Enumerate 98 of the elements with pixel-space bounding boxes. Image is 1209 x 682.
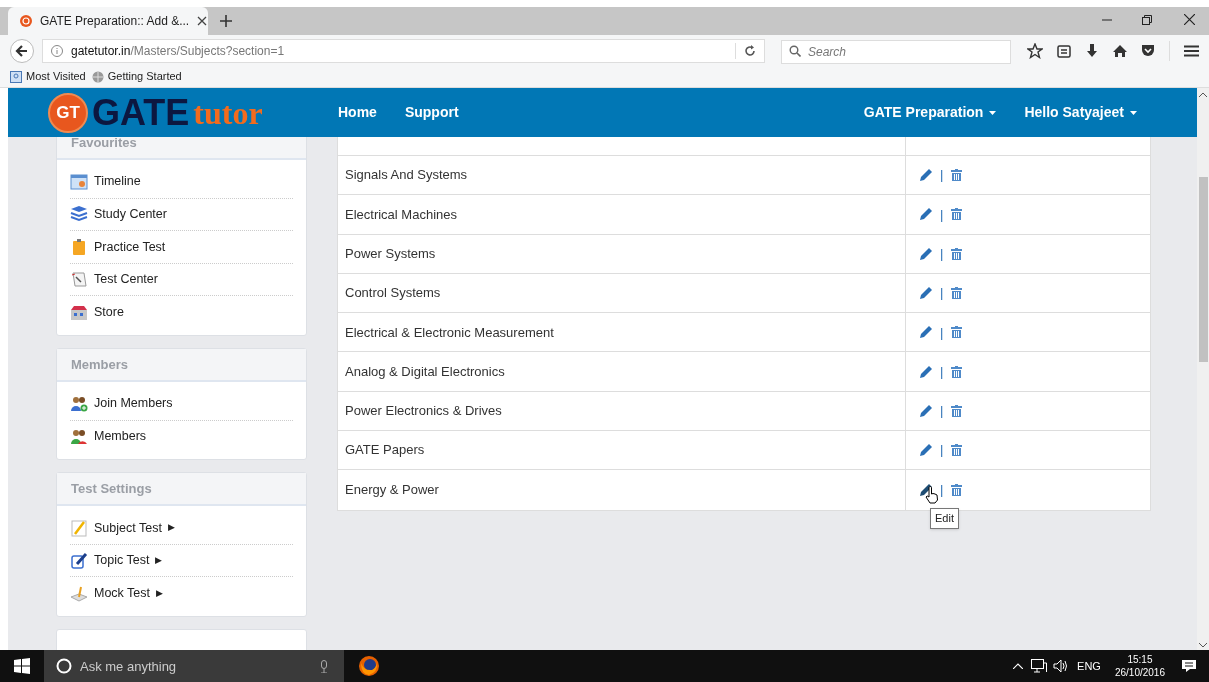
separator: |	[940, 481, 944, 500]
search-icon	[789, 44, 801, 57]
menu-icon[interactable]	[1184, 44, 1199, 57]
trash-icon[interactable]	[951, 208, 963, 221]
sidebar-link[interactable]: Timeline	[70, 166, 293, 199]
download-icon[interactable]	[1085, 43, 1099, 58]
trash-icon[interactable]	[951, 365, 963, 378]
circle-icon	[56, 658, 72, 674]
nav-dropdown[interactable]: Hello Satyajeet	[1024, 102, 1137, 123]
home-icon[interactable]	[1113, 43, 1127, 58]
pencil-paper-icon	[70, 518, 88, 537]
nav-dropdown[interactable]: GATE Preparation	[863, 102, 997, 123]
separator: |	[940, 441, 944, 460]
caret-icon	[989, 110, 997, 115]
address-bar[interactable]: gatetutor.in/Masters/Subjects?section=1	[42, 38, 765, 63]
separator: |	[940, 323, 944, 342]
sidebar-link[interactable]: Test Center	[70, 263, 293, 297]
table-cell: Power Systems	[338, 234, 906, 273]
microphone-icon	[320, 660, 328, 673]
close-window-icon[interactable]	[1184, 14, 1195, 25]
close-icon[interactable]	[197, 16, 208, 26]
sidebar-link[interactable]: Study Center	[70, 198, 293, 232]
globe-icon	[91, 70, 104, 83]
notifications-icon[interactable]	[1181, 659, 1197, 673]
sidebar-link[interactable]: Members	[70, 420, 293, 454]
trash-icon[interactable]	[951, 484, 963, 496]
clock[interactable]: 15:15 26/10/2016	[1114, 653, 1165, 679]
trash-icon[interactable]	[951, 404, 963, 417]
back-icon[interactable]	[10, 38, 34, 63]
trash-icon[interactable]	[951, 247, 963, 260]
taskbar-search-field[interactable]: Ask me anything	[44, 650, 344, 682]
tooltip: Edit	[930, 508, 959, 529]
search-field[interactable]: Search	[781, 39, 1011, 64]
info-icon	[51, 44, 63, 57]
star-icon[interactable]	[1027, 42, 1043, 59]
clipboard-icon	[70, 238, 88, 256]
network-icon[interactable]	[1031, 659, 1048, 673]
separator: |	[940, 166, 944, 185]
shop-icon	[70, 303, 88, 322]
trash-icon[interactable]	[951, 169, 963, 182]
nav-link[interactable]: Support	[404, 102, 459, 123]
nav-link[interactable]: Home	[338, 102, 377, 123]
clipboard-list-icon[interactable]	[1057, 43, 1071, 58]
table-cell: Control Systems	[338, 273, 906, 313]
trash-icon[interactable]	[951, 287, 963, 300]
separator: |	[940, 245, 944, 263]
stacked-books-icon	[70, 205, 88, 224]
sidebar-link[interactable]: Join Members	[70, 387, 293, 421]
separator: |	[940, 205, 944, 224]
sidebar-link[interactable]: Mock Test ▶	[70, 577, 293, 610]
site-favicon-icon	[20, 15, 32, 27]
speaker-icon[interactable]	[1053, 659, 1070, 673]
firefox-icon[interactable]	[358, 655, 380, 677]
bookmark-link[interactable]: Most Visited	[10, 68, 86, 85]
scrollbar-thumb[interactable]	[1198, 177, 1208, 362]
chevron-up-icon[interactable]	[1013, 663, 1024, 669]
trash-icon[interactable]	[951, 444, 963, 457]
scroll-down-icon[interactable]	[1199, 643, 1207, 648]
sidebar-link[interactable]: Topic Test ▶	[70, 544, 293, 578]
panel-title: Members	[71, 355, 129, 374]
pocket-icon[interactable]	[1141, 43, 1155, 58]
table-cell: Power Electronics & Drives	[338, 391, 906, 431]
table-cell: Signals And Systems	[338, 156, 906, 195]
sidebar-link[interactable]: Practice Test	[70, 231, 293, 264]
separator: |	[940, 284, 944, 303]
bookmark-link[interactable]: Getting Started	[91, 68, 182, 85]
table-cell: Energy & Power	[338, 470, 906, 510]
calendar-icon	[70, 172, 88, 191]
scrollbar[interactable]	[1197, 88, 1209, 650]
table-cell: Electrical & Electronic Measurement	[338, 313, 906, 352]
restore-icon[interactable]	[1142, 15, 1152, 25]
sidebar-link[interactable]: Store	[70, 296, 293, 329]
table-cell: Electrical Machines	[338, 195, 906, 234]
tab-title: GATE Preparation:: Add &...	[40, 13, 190, 30]
bookmarks-folder-icon	[10, 70, 22, 83]
panel-title: Favourites	[71, 137, 137, 152]
separator: |	[940, 402, 944, 421]
reload-icon[interactable]	[744, 44, 756, 57]
table-cell: GATE Papers	[338, 431, 906, 470]
language-indicator[interactable]: ENG	[1077, 657, 1101, 675]
new-tab-icon[interactable]	[220, 15, 232, 27]
separator: |	[940, 362, 944, 381]
hand-cursor-icon	[925, 486, 939, 505]
panel-title: Test Settings	[71, 479, 152, 498]
browser-tab[interactable]: GATE Preparation:: Add &...	[8, 7, 208, 35]
users-icon	[70, 427, 88, 446]
url-text: gatetutor.in/Masters/Subjects?section=1	[71, 42, 286, 60]
trash-icon[interactable]	[951, 326, 963, 339]
table-cell: Analog & Digital Electronics	[338, 352, 906, 391]
pen-paper-icon	[70, 584, 88, 603]
add-users-icon	[70, 394, 88, 413]
sidebar-link[interactable]: Subject Test ▶	[70, 512, 293, 545]
site-logo[interactable]: GT GATEtutor	[48, 92, 338, 133]
windows-start-icon[interactable]	[14, 658, 30, 674]
paper-icon	[70, 270, 88, 289]
scroll-up-icon[interactable]	[1199, 92, 1207, 97]
caret-icon	[1130, 110, 1137, 115]
edit-note-icon	[70, 551, 88, 570]
